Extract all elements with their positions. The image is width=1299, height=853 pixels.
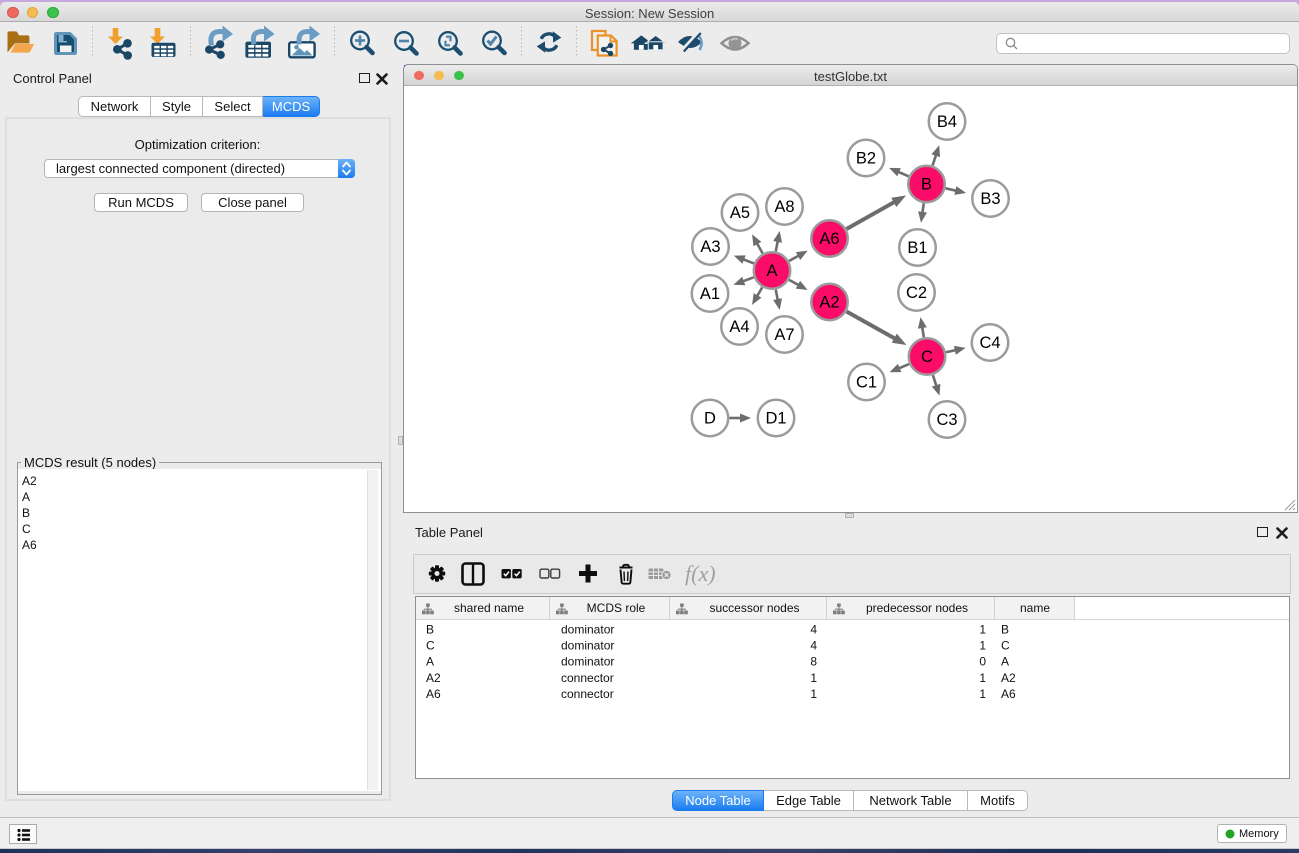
svg-text:D: D — [704, 410, 716, 428]
svg-text:B2: B2 — [856, 150, 876, 168]
svg-text:8: 8 — [810, 655, 817, 669]
svg-text:C: C — [426, 639, 435, 653]
svg-text:A4: A4 — [729, 318, 749, 336]
svg-text:4: 4 — [810, 623, 817, 637]
svg-text:B3: B3 — [980, 190, 1000, 208]
svg-text:B4: B4 — [937, 113, 957, 131]
svg-text:A3: A3 — [700, 238, 720, 256]
svg-text:f(x): f(x) — [685, 561, 716, 586]
svg-text:C2: C2 — [906, 284, 927, 302]
svg-text:A8: A8 — [774, 198, 794, 216]
svg-text:1: 1 — [979, 671, 986, 685]
svg-text:B1: B1 — [907, 239, 927, 257]
svg-text:A: A — [1001, 655, 1009, 669]
svg-text:A6: A6 — [1001, 687, 1016, 701]
svg-text:A2: A2 — [819, 294, 839, 312]
svg-text:dominator: dominator — [561, 623, 614, 637]
svg-text:A5: A5 — [730, 204, 750, 222]
svg-text:name: name — [1020, 601, 1050, 615]
svg-text:4: 4 — [810, 639, 817, 653]
svg-text:A7: A7 — [774, 326, 794, 344]
svg-text:connector: connector — [561, 687, 614, 701]
svg-text:MCDS role: MCDS role — [587, 601, 646, 615]
svg-text:A: A — [426, 655, 434, 669]
svg-text:C3: C3 — [936, 411, 957, 429]
svg-text:D1: D1 — [765, 410, 786, 428]
svg-text:0: 0 — [979, 655, 986, 669]
svg-text:connector: connector — [561, 671, 614, 685]
svg-text:predecessor nodes: predecessor nodes — [866, 601, 968, 615]
svg-text:1: 1 — [979, 687, 986, 701]
svg-text:1: 1 — [810, 671, 817, 685]
svg-text:C1: C1 — [856, 374, 877, 392]
svg-text:1: 1 — [979, 623, 986, 637]
svg-text:A1: A1 — [700, 285, 720, 303]
svg-text:1: 1 — [810, 687, 817, 701]
svg-text:B: B — [1001, 623, 1009, 637]
svg-text:A6: A6 — [819, 230, 839, 248]
svg-text:dominator: dominator — [561, 639, 614, 653]
svg-text:B: B — [921, 176, 932, 194]
svg-text:dominator: dominator — [561, 655, 614, 669]
svg-text:C4: C4 — [979, 334, 1000, 352]
svg-text:A2: A2 — [1001, 671, 1016, 685]
svg-text:A: A — [766, 262, 777, 280]
svg-text:A6: A6 — [426, 687, 441, 701]
svg-text:1: 1 — [979, 639, 986, 653]
svg-text:C: C — [1001, 639, 1010, 653]
svg-text:shared name: shared name — [454, 601, 524, 615]
svg-text:A2: A2 — [426, 671, 441, 685]
svg-text:successor nodes: successor nodes — [709, 601, 799, 615]
svg-text:C: C — [921, 348, 933, 366]
svg-text:B: B — [426, 623, 434, 637]
